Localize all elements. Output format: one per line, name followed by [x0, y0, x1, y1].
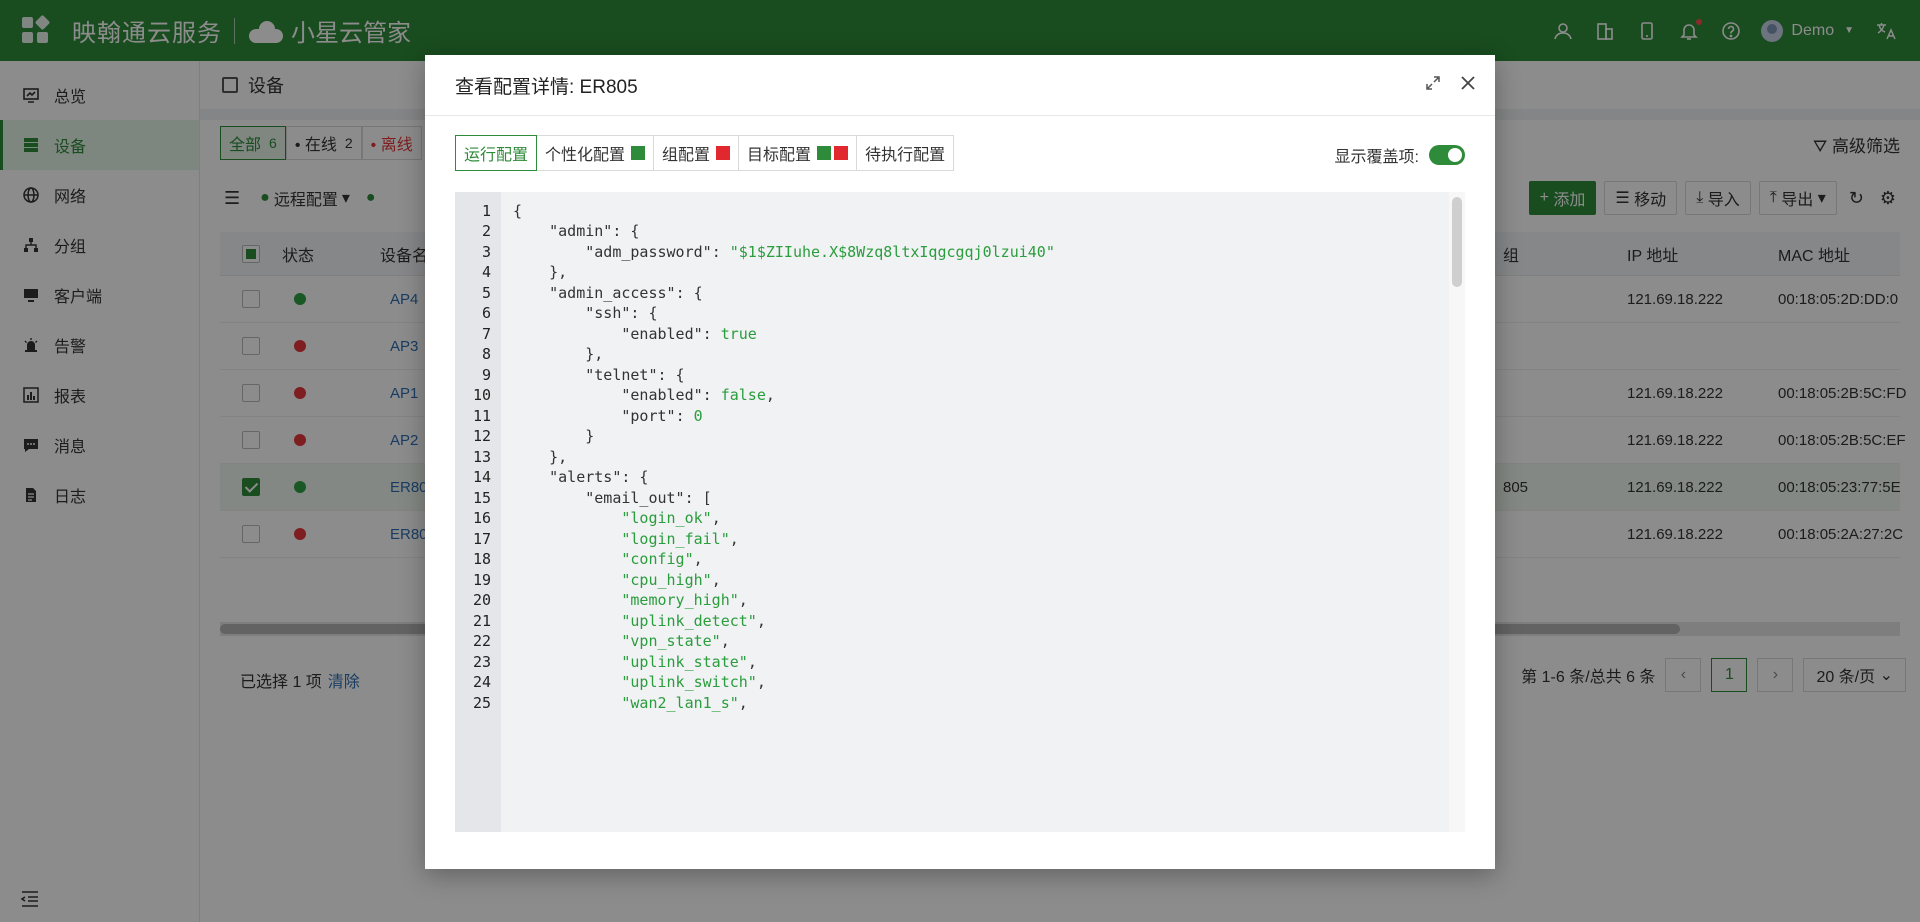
line-number: 21	[472, 611, 491, 630]
code-text: "adm_password": "$1$ZIIuhe.X$8Wzq8ltxIqg…	[585, 242, 1055, 261]
scrollbar-thumb[interactable]	[1452, 197, 1462, 287]
tab-label: 组配置	[662, 147, 711, 164]
vertical-scrollbar[interactable]	[1449, 192, 1465, 832]
config-tabs: 运行配置 个性化配置 组配置 目标配置 待执行配置	[455, 135, 955, 171]
line-number: 11	[472, 406, 491, 425]
line-number: 3	[481, 242, 491, 261]
line-number: 16	[472, 509, 491, 527]
code-text: "vpn_state",	[621, 632, 730, 650]
code-text: "enabled": true	[621, 324, 757, 343]
line-number: 23	[472, 652, 491, 671]
code-text: "cpu_high",	[621, 570, 721, 589]
tab-pending-config[interactable]: 待执行配置	[857, 135, 955, 171]
show-overrides-label: 显示覆盖项:	[1334, 149, 1419, 166]
line-number: 13	[472, 447, 491, 466]
config-code-viewer[interactable]: 1 {2 "admin": { 3 "adm_password": "$1$ZIIu…	[455, 192, 1465, 832]
line-number: 8	[481, 345, 491, 363]
line-number: 1	[481, 201, 491, 220]
code-text: },	[513, 263, 568, 281]
code-text: "memory_high",	[621, 591, 748, 609]
code-text: "email_out": [	[585, 488, 712, 507]
code-text: }	[513, 427, 595, 445]
code-text: "ssh": {	[585, 304, 658, 322]
code-text: "port": 0	[621, 406, 703, 425]
line-number: 9	[481, 365, 491, 384]
tab-label: 目标配置	[747, 147, 812, 164]
red-marker	[716, 146, 731, 160]
code-text: "admin_access": {	[549, 283, 703, 302]
line-number: 22	[472, 632, 491, 650]
tab-group-config[interactable]: 组配置	[654, 135, 740, 171]
close-icon[interactable]	[1459, 74, 1477, 98]
line-number: 19	[472, 570, 491, 589]
code-text: "alerts": {	[549, 468, 649, 486]
code-text: "config",	[621, 550, 703, 568]
code-text: "telnet": {	[585, 365, 685, 384]
tab-label: 待执行配置	[865, 147, 946, 164]
code-line: 25 "wan2_lan1_s",	[455, 690, 1445, 715]
modal-title: 查看配置详情: ER805	[455, 76, 638, 98]
line-number: 4	[481, 263, 491, 281]
expand-icon[interactable]	[1425, 75, 1441, 97]
line-number: 7	[481, 324, 491, 343]
tab-running-config[interactable]: 运行配置	[455, 135, 538, 171]
code-text: {	[513, 201, 523, 220]
line-number: 24	[472, 673, 491, 691]
code-text: "uplink_state",	[621, 652, 757, 671]
line-number: 10	[472, 386, 491, 404]
code-text: },	[513, 345, 604, 363]
line-number: 5	[481, 283, 491, 302]
line-number: 12	[472, 427, 491, 445]
green-marker	[631, 146, 646, 160]
show-overrides: 显示覆盖项:	[1335, 143, 1465, 167]
code-text: "login_ok",	[621, 509, 721, 527]
code-text: "admin": {	[549, 222, 640, 240]
tab-label: 运行配置	[464, 147, 529, 164]
line-number: 14	[472, 468, 491, 486]
line-number: 18	[472, 550, 491, 568]
code-text: "uplink_switch",	[621, 673, 766, 691]
line-number: 6	[481, 304, 491, 322]
line-number: 2	[481, 222, 491, 240]
tab-label: 个性化配置	[545, 147, 626, 164]
show-overrides-toggle[interactable]	[1429, 145, 1465, 165]
modal-header: 查看配置详情: ER805	[425, 55, 1495, 116]
code-text: "uplink_detect",	[621, 611, 766, 630]
config-detail-modal: 查看配置详情: ER805 运行配置 个性化配置 组配置 目标配置 待执行配置 …	[425, 55, 1495, 869]
red-marker	[834, 146, 849, 160]
tab-personal-config[interactable]: 个性化配置	[537, 135, 655, 171]
line-number: 25	[472, 693, 491, 712]
line-number: 17	[472, 529, 491, 548]
line-number: 15	[472, 488, 491, 507]
code-text: },	[513, 447, 568, 466]
code-text: "wan2_lan1_s",	[621, 693, 748, 712]
tab-target-config[interactable]: 目标配置	[739, 135, 858, 171]
line-number: 20	[472, 591, 491, 609]
code-text: "enabled": false,	[621, 386, 775, 404]
green-marker	[817, 146, 832, 160]
code-text: "login_fail",	[621, 529, 739, 548]
